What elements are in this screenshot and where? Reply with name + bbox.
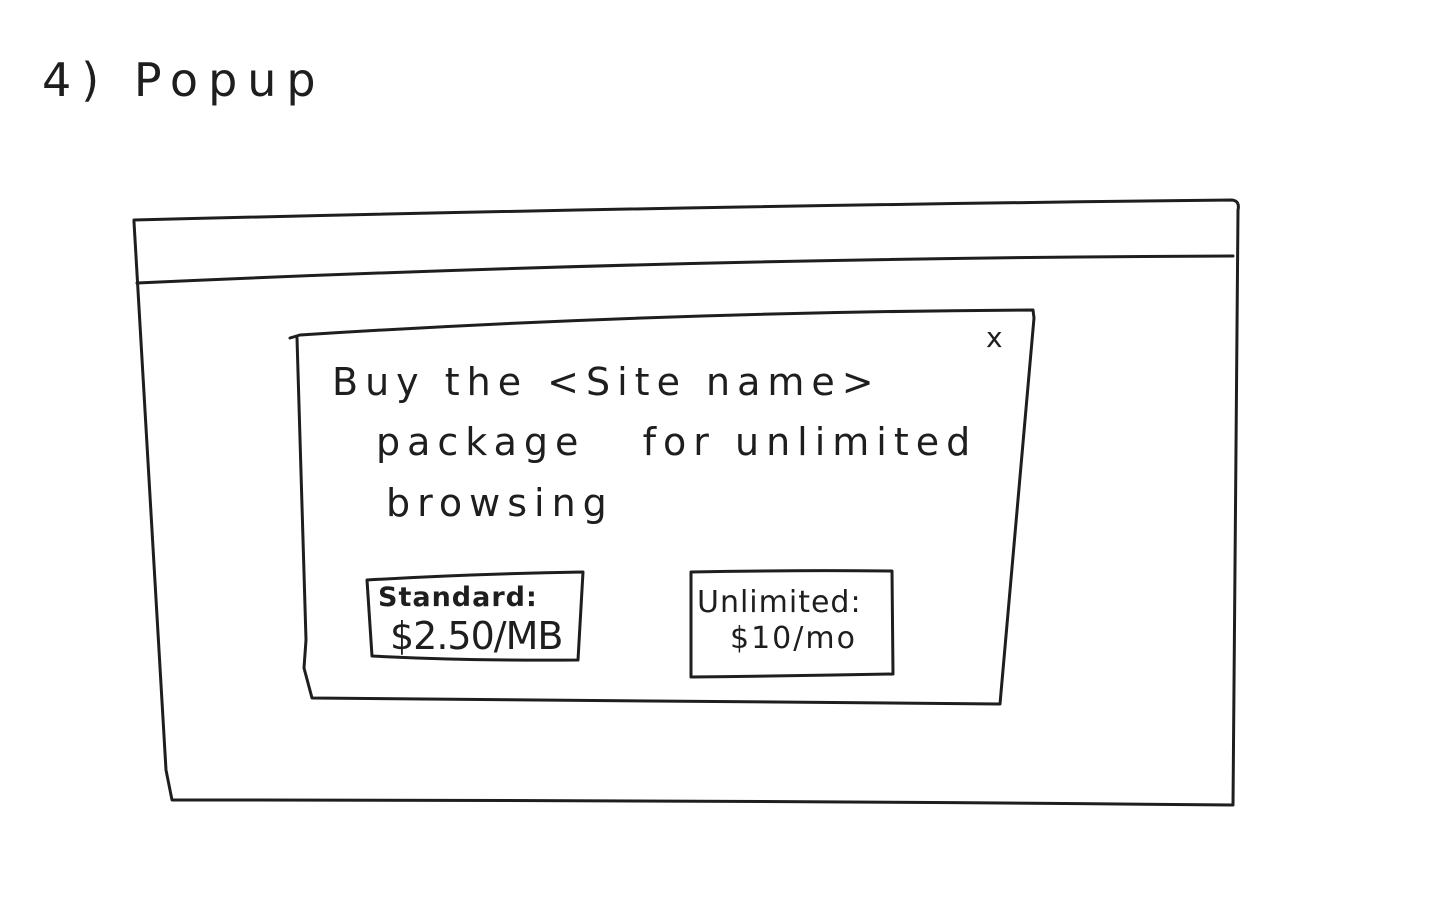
- unlimited-plan-price: $10/mo: [730, 621, 857, 656]
- standard-plan-price: $2.50/MB: [390, 614, 562, 658]
- browser-toolbar-divider: [135, 254, 1235, 285]
- popup-message-line: browsing: [386, 481, 614, 525]
- browser-window: [132, 198, 1240, 807]
- popup-message: Buy the <Site name> package for unlimite…: [332, 360, 996, 525]
- popup-message-line: Buy the <Site name>: [332, 360, 881, 404]
- browser-window-frame: [132, 198, 1240, 807]
- close-button[interactable]: x: [986, 321, 1003, 354]
- wireframe-sketch: 4) Popup x Buy the <Site name> package f…: [42, 53, 1240, 807]
- popup-dialog: x Buy the <Site name> package for unlimi…: [288, 308, 1036, 706]
- unlimited-plan-button[interactable]: Unlimited: $10/mo: [689, 569, 895, 679]
- close-icon: x: [986, 321, 1003, 354]
- standard-plan-label: Standard:: [378, 582, 538, 613]
- unlimited-plan-label: Unlimited:: [697, 585, 862, 620]
- step-title: 4) Popup: [42, 53, 326, 107]
- standard-plan-button[interactable]: Standard: $2.50/MB: [365, 570, 585, 662]
- popup-message-line: package for unlimited: [376, 420, 977, 464]
